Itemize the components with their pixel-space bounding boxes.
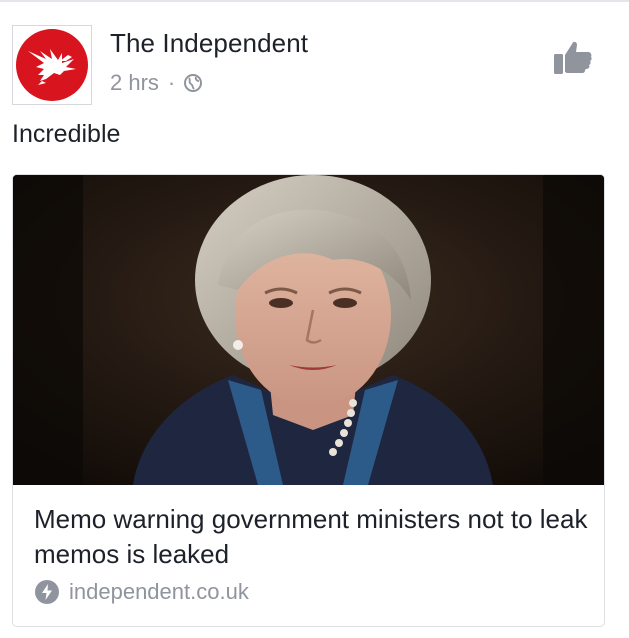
link-preview-card[interactable]: Memo warning government ministers not to…: [12, 174, 605, 627]
link-domain: independent.co.uk: [69, 579, 249, 604]
link-headline[interactable]: Memo warning government ministers not to…: [34, 502, 589, 572]
lightning-bolt-icon: [35, 580, 59, 604]
portrait-photo: [13, 175, 604, 485]
post-timestamp[interactable]: 2 hrs: [110, 70, 159, 96]
eagle-logo-icon: [28, 49, 76, 85]
globe-icon[interactable]: [183, 73, 203, 93]
post-message: Incredible: [12, 120, 121, 148]
page-avatar[interactable]: [12, 25, 92, 105]
top-divider: [0, 0, 629, 2]
meta-separator: ·: [167, 70, 176, 95]
page-name-link[interactable]: The Independent: [110, 28, 308, 59]
thumbs-up-icon[interactable]: [552, 36, 594, 78]
post-meta: 2 hrs ·: [110, 70, 203, 96]
link-source: independent.co.uk: [34, 579, 249, 605]
link-preview-image[interactable]: [13, 175, 604, 485]
